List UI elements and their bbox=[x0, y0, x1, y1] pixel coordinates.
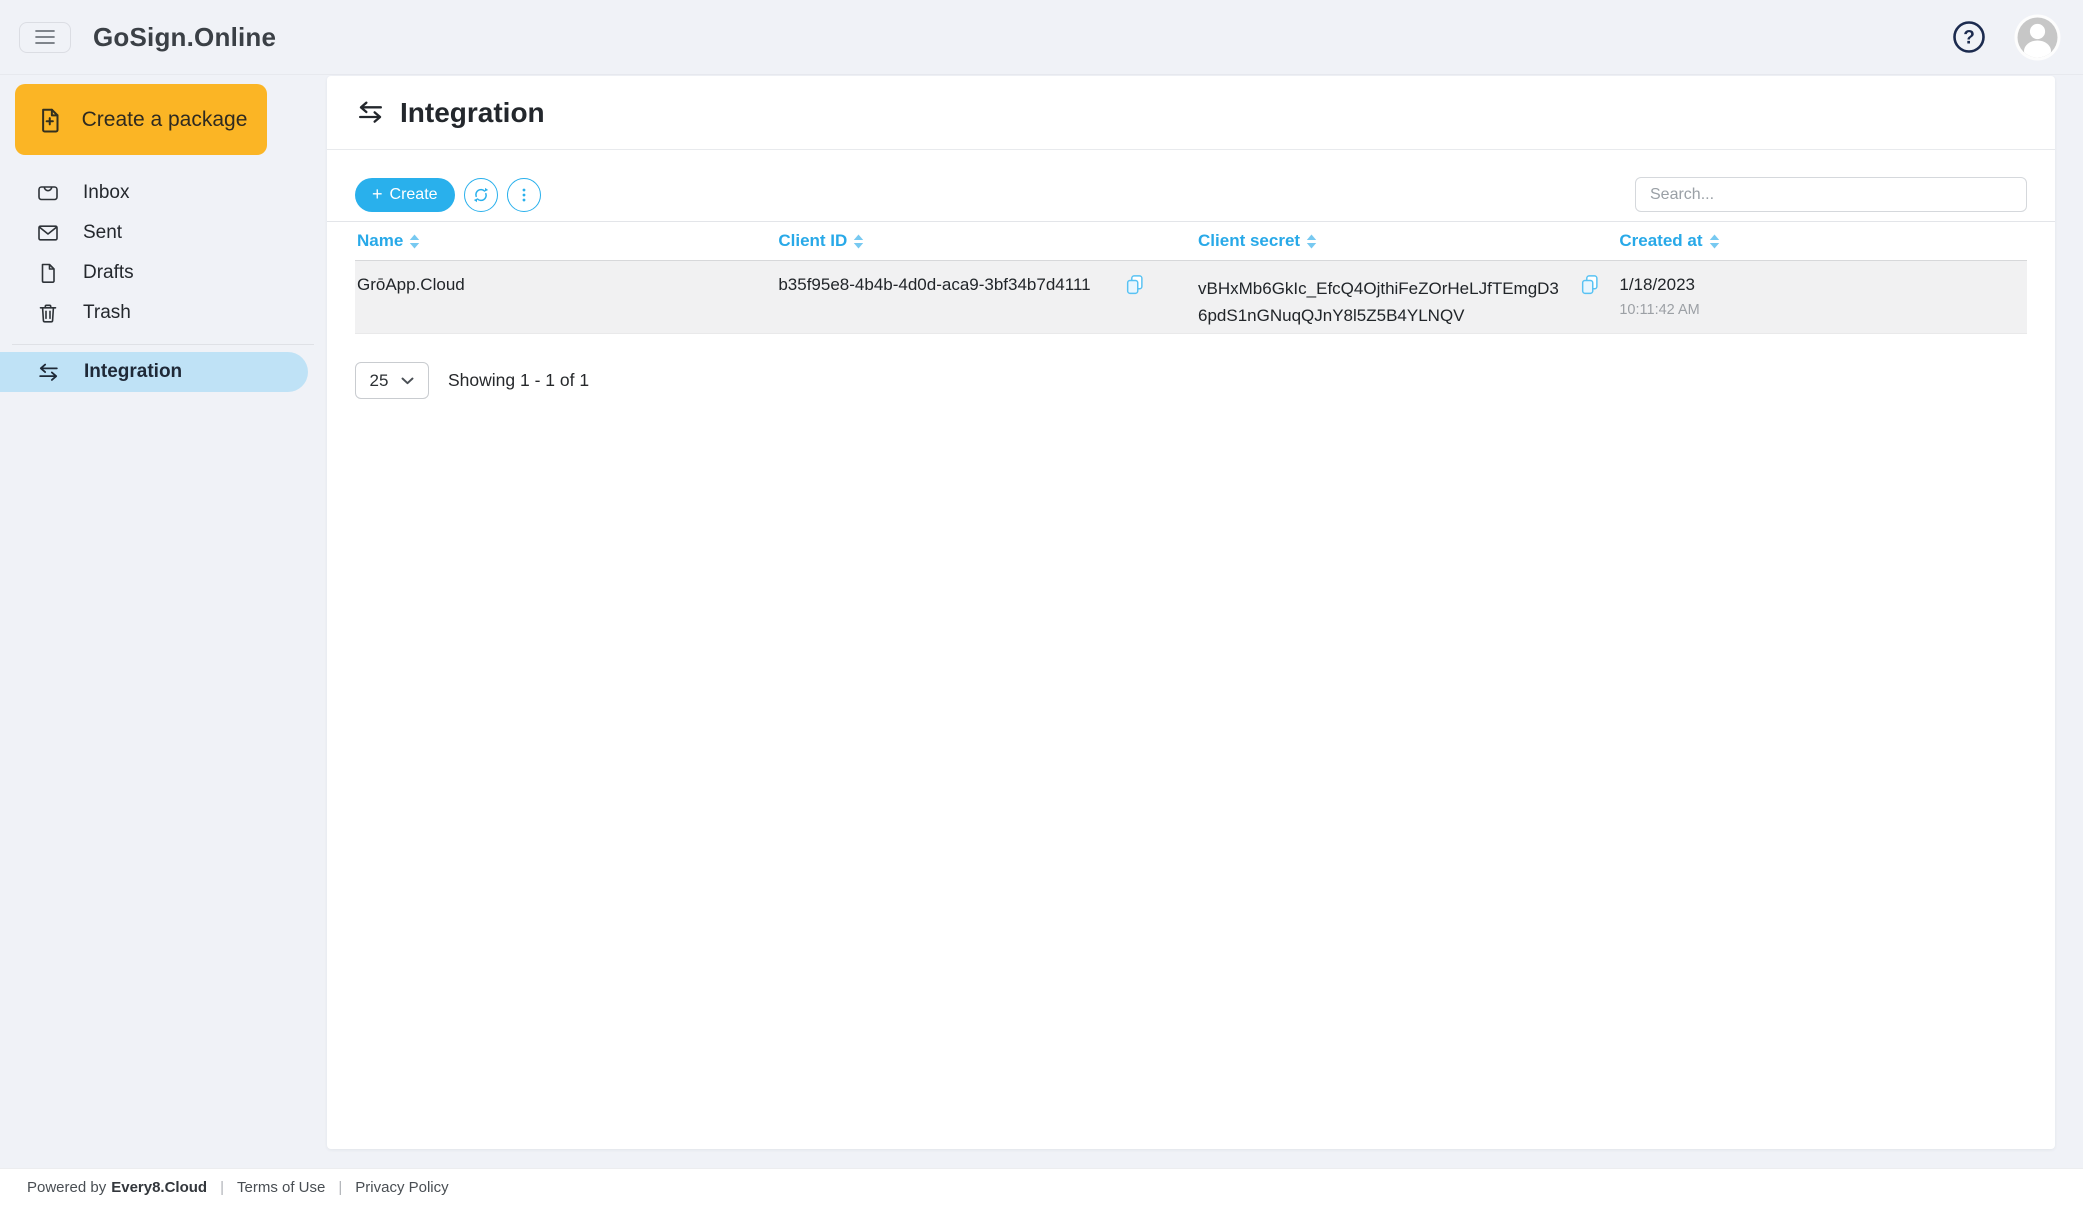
create-package-button[interactable]: Create a package bbox=[15, 84, 267, 155]
footer: Powered by Every8.Cloud | Terms of Use |… bbox=[0, 1168, 2083, 1205]
column-header-created-at[interactable]: Created at bbox=[1617, 231, 2027, 251]
sidebar: Create a package Inbox Sent bbox=[0, 75, 326, 392]
hamburger-icon bbox=[33, 28, 57, 46]
create-package-label: Create a package bbox=[82, 108, 248, 132]
sidebar-item-label: Sent bbox=[83, 222, 122, 244]
vertical-ellipsis-icon bbox=[514, 185, 534, 205]
sort-icon bbox=[1709, 234, 1720, 249]
client-id-value: b35f95e8-4b4b-4d0d-aca9-3bf34b7d4111 bbox=[778, 275, 1090, 295]
sort-icon bbox=[853, 234, 864, 249]
cell-created-at: 1/18/2023 10:11:42 AM bbox=[1617, 261, 2027, 333]
sort-icon bbox=[1306, 234, 1317, 249]
more-options-button[interactable] bbox=[507, 178, 541, 212]
footer-separator: | bbox=[338, 1179, 342, 1196]
pagination: 25 Showing 1 - 1 of 1 bbox=[327, 334, 2055, 399]
sidebar-divider bbox=[12, 344, 314, 345]
column-header-client-id[interactable]: Client ID bbox=[776, 231, 1196, 251]
integrations-table: Name Client ID Client se bbox=[327, 222, 2055, 334]
copy-client-secret-button[interactable] bbox=[1579, 274, 1601, 298]
brand-link[interactable]: Every8.Cloud bbox=[111, 1179, 207, 1196]
main-content-card: Integration + Create bbox=[327, 76, 2055, 1149]
sidebar-item-label: Trash bbox=[83, 302, 131, 324]
avatar-button[interactable] bbox=[2014, 14, 2061, 61]
app-title: GoSign.Online bbox=[93, 22, 276, 53]
cell-client-secret: vBHxMb6GkIc_EfcQ4OjthiFeZOrHeLJfTEmgD36p… bbox=[1196, 261, 1617, 333]
chevron-down-icon bbox=[401, 377, 414, 385]
cell-name: GrōApp.Cloud bbox=[355, 261, 776, 333]
create-button-label: Create bbox=[390, 186, 438, 204]
copy-icon bbox=[1579, 274, 1601, 298]
swap-arrows-icon bbox=[355, 97, 386, 128]
sidebar-nav: Inbox Sent Drafts bbox=[0, 173, 326, 392]
sort-icon bbox=[409, 234, 420, 249]
page-header: Integration bbox=[327, 76, 2055, 150]
cell-client-id: b35f95e8-4b4b-4d0d-aca9-3bf34b7d4111 bbox=[776, 261, 1196, 333]
hamburger-menu-button[interactable] bbox=[19, 22, 71, 53]
table-row: GrōApp.Cloud b35f95e8-4b4b-4d0d-aca9-3bf… bbox=[355, 260, 2027, 334]
sidebar-item-label: Inbox bbox=[83, 182, 129, 204]
client-secret-value: vBHxMb6GkIc_EfcQ4OjthiFeZOrHeLJfTEmgD36p… bbox=[1198, 275, 1560, 329]
showing-count-text: Showing 1 - 1 of 1 bbox=[448, 370, 589, 391]
sidebar-item-sent[interactable]: Sent bbox=[0, 213, 326, 253]
sidebar-item-label: Drafts bbox=[83, 262, 134, 284]
copy-icon bbox=[1124, 274, 1146, 298]
topbar: GoSign.Online ? bbox=[0, 0, 2083, 75]
envelope-icon bbox=[36, 221, 60, 245]
terms-of-use-link[interactable]: Terms of Use bbox=[237, 1179, 325, 1196]
sidebar-item-trash[interactable]: Trash bbox=[0, 293, 326, 333]
table-header-row: Name Client ID Client se bbox=[355, 222, 2027, 260]
document-plus-icon bbox=[35, 105, 65, 135]
swap-arrows-icon bbox=[36, 360, 61, 385]
column-header-client-secret[interactable]: Client secret bbox=[1196, 231, 1617, 251]
footer-separator: | bbox=[220, 1179, 224, 1196]
copy-client-id-button[interactable] bbox=[1124, 274, 1146, 298]
avatar bbox=[2014, 14, 2061, 61]
sidebar-item-integration[interactable]: Integration bbox=[0, 352, 308, 392]
created-date: 1/18/2023 bbox=[1619, 275, 2027, 295]
sidebar-item-label: Integration bbox=[84, 361, 182, 383]
help-button[interactable]: ? bbox=[1951, 19, 1987, 55]
privacy-policy-link[interactable]: Privacy Policy bbox=[355, 1179, 448, 1196]
column-header-name[interactable]: Name bbox=[355, 231, 776, 251]
document-icon bbox=[36, 261, 60, 285]
page-title: Integration bbox=[400, 97, 545, 129]
created-time: 10:11:42 AM bbox=[1619, 302, 2027, 318]
search-input[interactable] bbox=[1635, 177, 2027, 212]
page-size-value: 25 bbox=[370, 371, 389, 391]
sidebar-item-inbox[interactable]: Inbox bbox=[0, 173, 326, 213]
svg-text:?: ? bbox=[1963, 28, 1975, 49]
inbox-icon bbox=[36, 181, 60, 205]
sidebar-item-drafts[interactable]: Drafts bbox=[0, 253, 326, 293]
help-icon: ? bbox=[1951, 19, 1987, 55]
refresh-button[interactable] bbox=[464, 178, 498, 212]
trash-icon bbox=[36, 301, 60, 325]
toolbar: + Create bbox=[327, 150, 2055, 222]
create-button[interactable]: + Create bbox=[355, 178, 455, 212]
powered-by-text: Powered by bbox=[27, 1179, 106, 1196]
plus-icon: + bbox=[372, 185, 383, 203]
page-size-select[interactable]: 25 bbox=[355, 362, 429, 399]
refresh-icon bbox=[471, 185, 491, 205]
